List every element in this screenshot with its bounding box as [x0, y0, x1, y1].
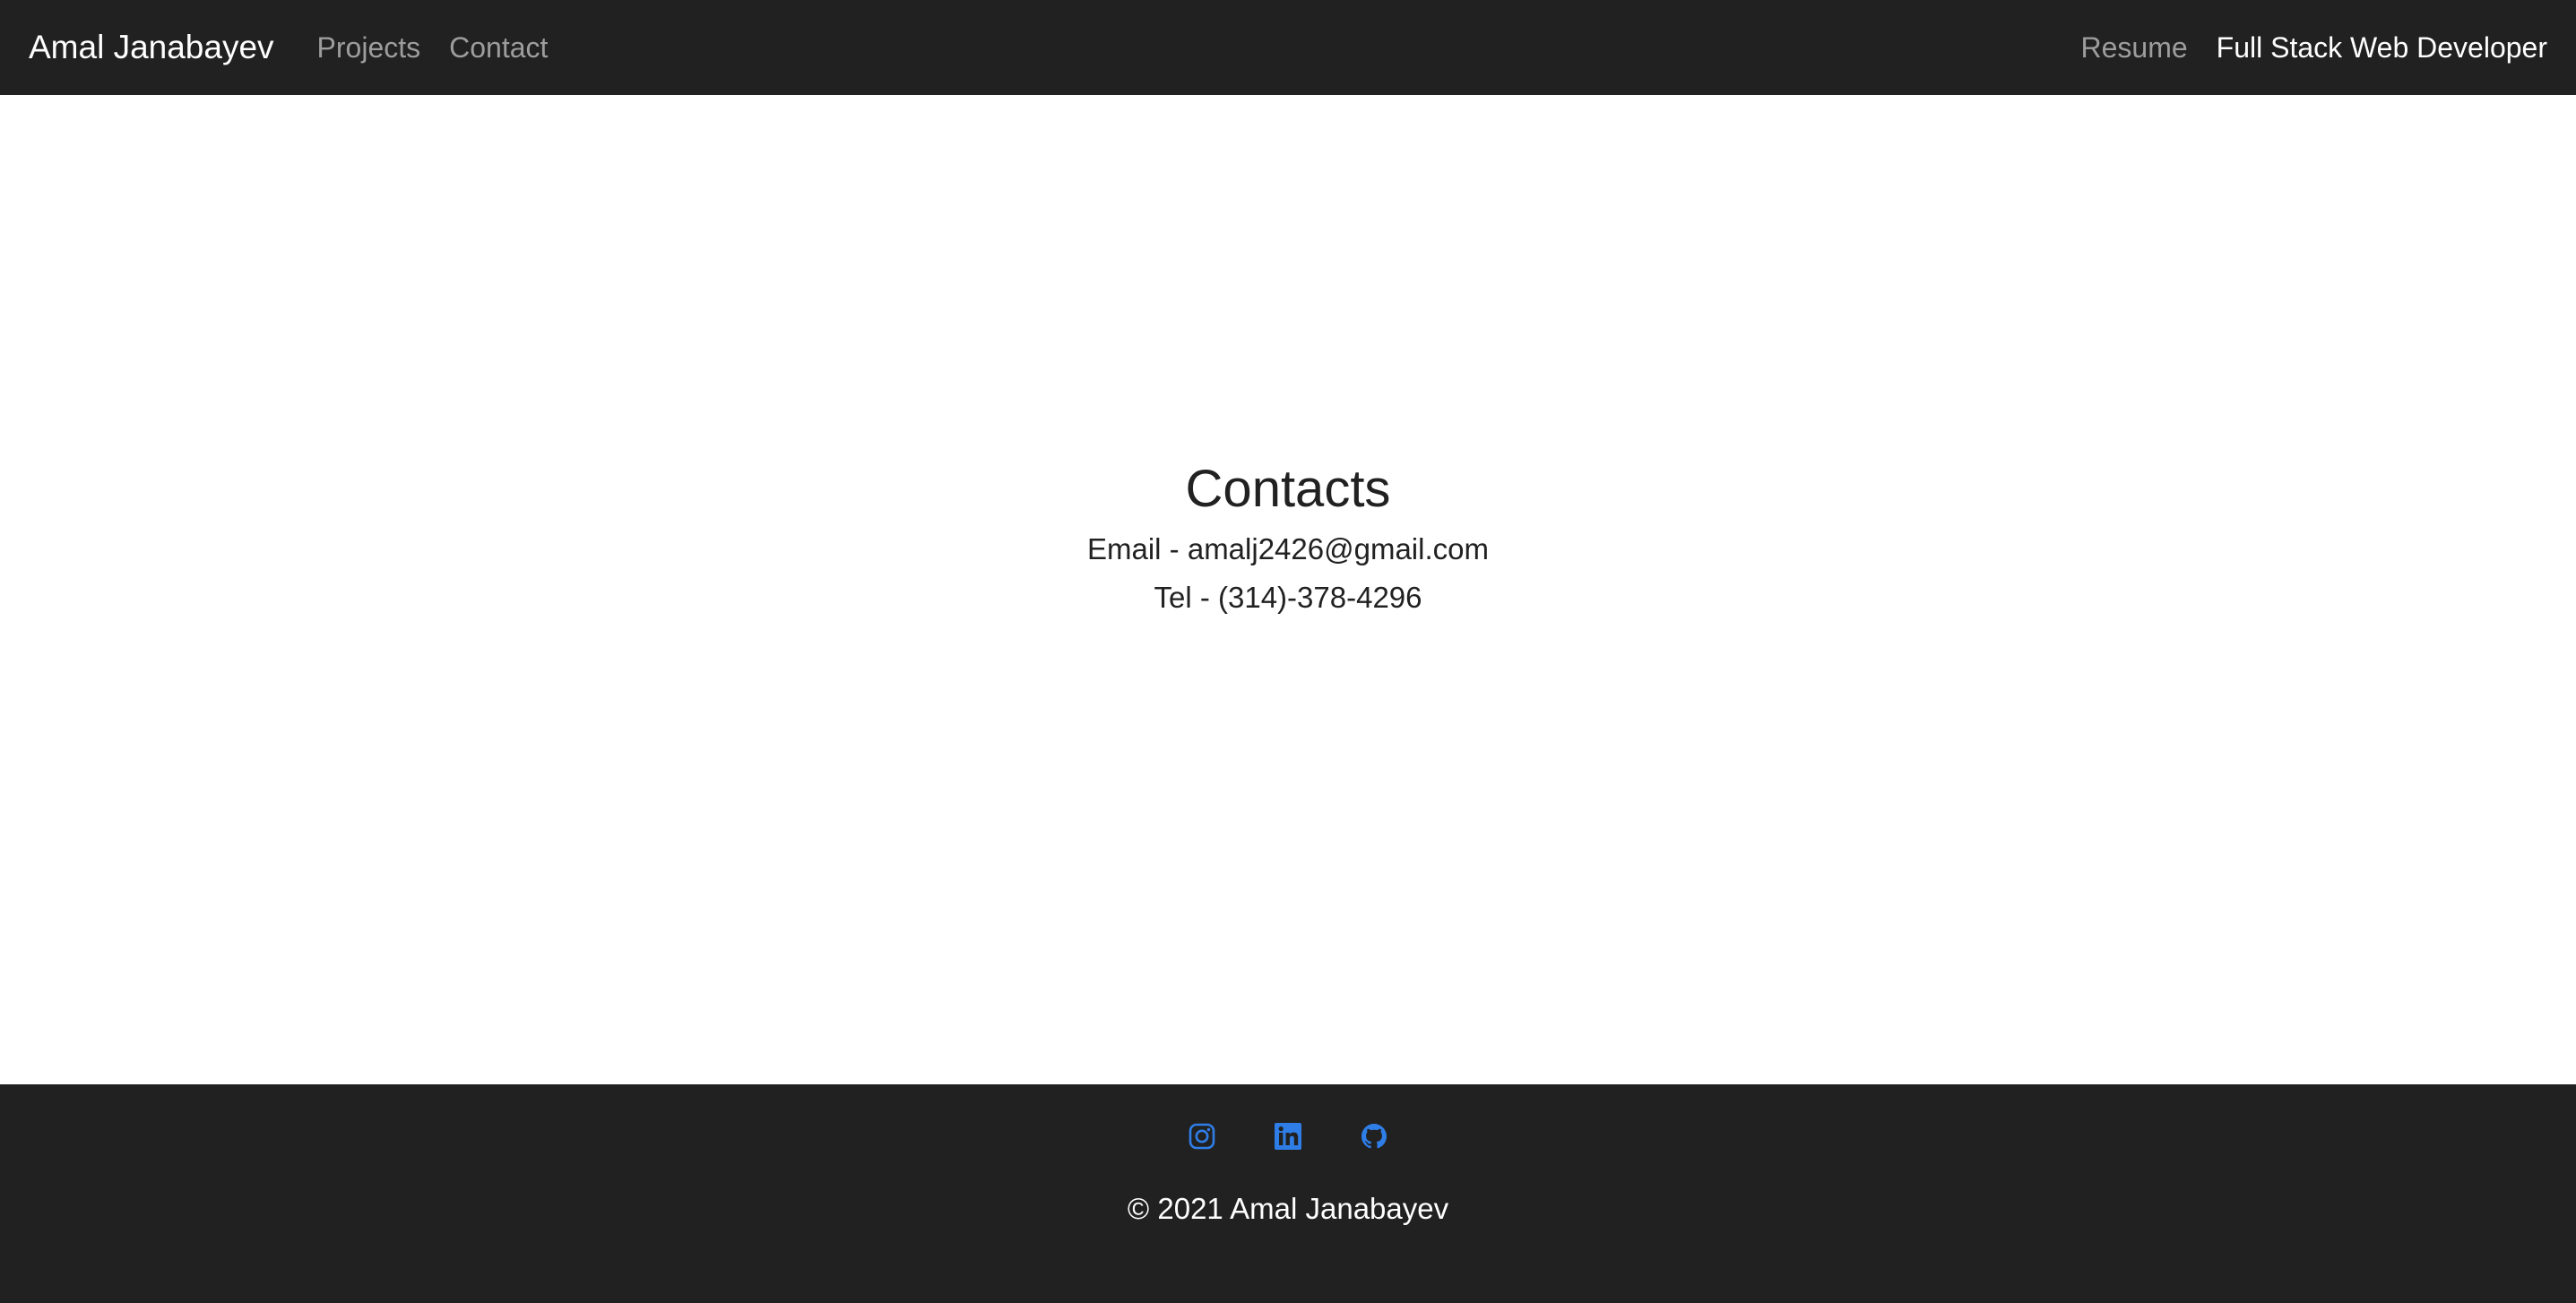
nav-right: Resume Full Stack Web Developer	[2081, 31, 2548, 65]
contact-email: Email - amalj2426@gmail.com	[1087, 532, 1489, 565]
instagram-icon-svg	[1189, 1123, 1215, 1150]
nav-link-contact[interactable]: Contact	[449, 31, 548, 65]
main-content: Contacts Email - amalj2426@gmail.com Tel…	[0, 95, 2576, 1084]
top-navbar: Amal Janabayev Projects Contact Resume F…	[0, 0, 2576, 95]
brand-link[interactable]: Amal Janabayev	[29, 29, 274, 66]
copyright-text: © 2021 Amal Janabayev	[1127, 1192, 1449, 1225]
nav-link-resume[interactable]: Resume	[2081, 31, 2188, 65]
instagram-icon[interactable]	[1188, 1122, 1216, 1151]
linkedin-icon-svg	[1275, 1123, 1301, 1150]
github-icon-svg	[1361, 1124, 1387, 1149]
contacts-section: Contacts Email - amalj2426@gmail.com Tel…	[0, 453, 2576, 622]
footer: © 2021 Amal Janabayev	[0, 1084, 2576, 1303]
github-icon[interactable]	[1360, 1122, 1388, 1151]
linkedin-icon[interactable]	[1274, 1122, 1302, 1151]
nav-link-projects[interactable]: Projects	[317, 31, 421, 65]
contacts-title: Contacts	[1185, 460, 1391, 518]
nav-tagline[interactable]: Full Stack Web Developer	[2217, 31, 2547, 65]
social-links	[0, 1122, 2576, 1151]
nav-links: Projects Contact	[317, 31, 577, 65]
contact-tel: Tel - (314)-378-4296	[1154, 581, 1422, 614]
